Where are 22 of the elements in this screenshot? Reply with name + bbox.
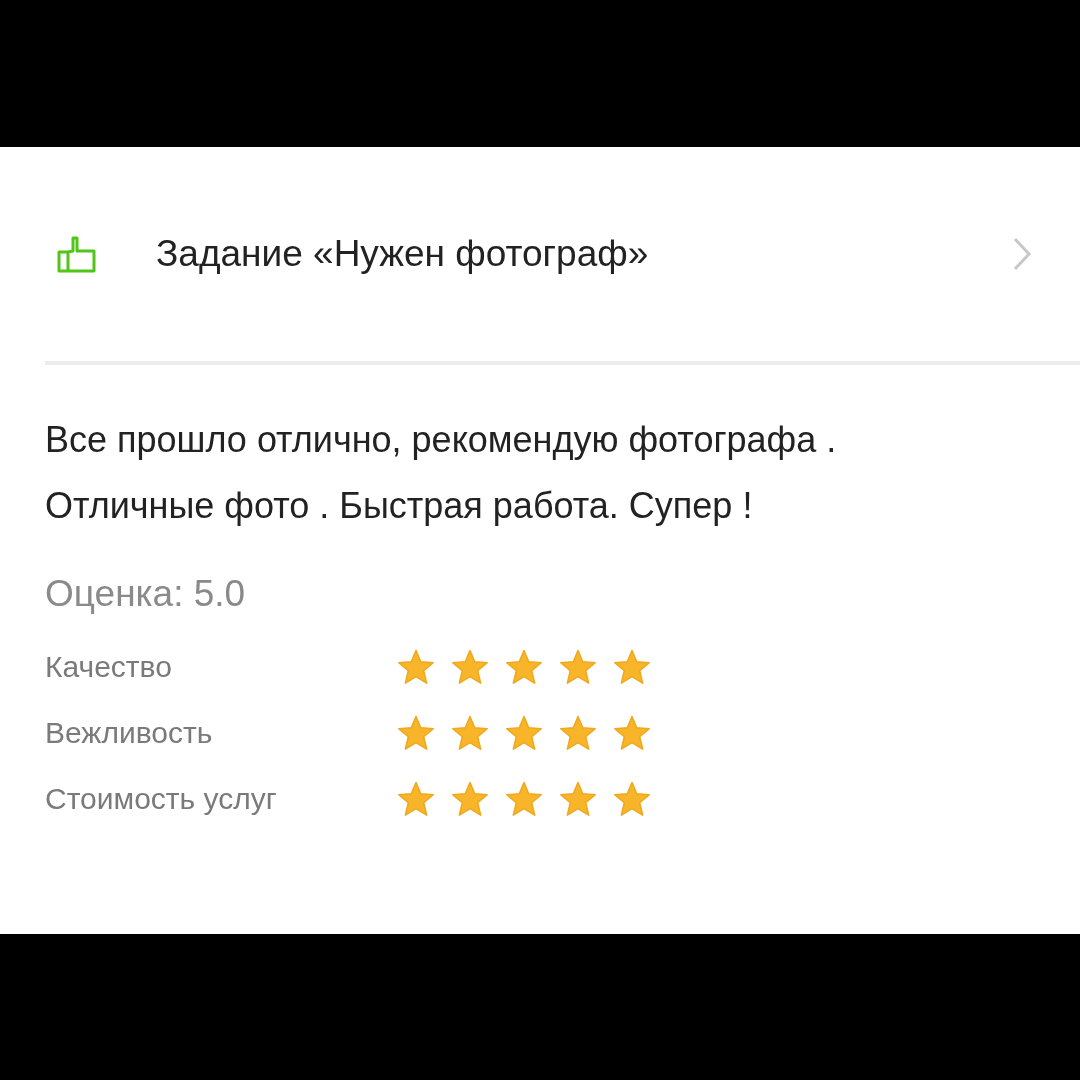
criterion-label: Качество xyxy=(45,649,173,684)
star-icon xyxy=(613,714,651,751)
star-icon xyxy=(559,714,597,751)
star-icon xyxy=(559,780,597,817)
rating-score: Оценка: 5.0 xyxy=(45,572,247,615)
star-icon xyxy=(505,780,543,817)
criterion-label: Стоимость услуг xyxy=(45,781,278,816)
criterion-label: Вежливость xyxy=(45,715,214,750)
chevron-right-icon[interactable] xyxy=(1012,235,1032,272)
star-icon xyxy=(559,648,597,685)
star-icon xyxy=(451,780,489,817)
star-icon xyxy=(397,780,435,817)
star-icon xyxy=(451,648,489,685)
star-icon xyxy=(505,648,543,685)
star-icon xyxy=(613,648,651,685)
task-title[interactable]: Задание «Нужен фотограф» xyxy=(156,232,1012,275)
star-icon xyxy=(613,780,651,817)
star-icon xyxy=(505,714,543,751)
review-text: Все прошло отлично, рекомендую фотографа . Отличные фото . Быстрая работа. Супер ! xyxy=(45,417,838,528)
star-icon xyxy=(451,714,489,751)
star-icon xyxy=(397,648,435,685)
star-icon xyxy=(397,714,435,751)
